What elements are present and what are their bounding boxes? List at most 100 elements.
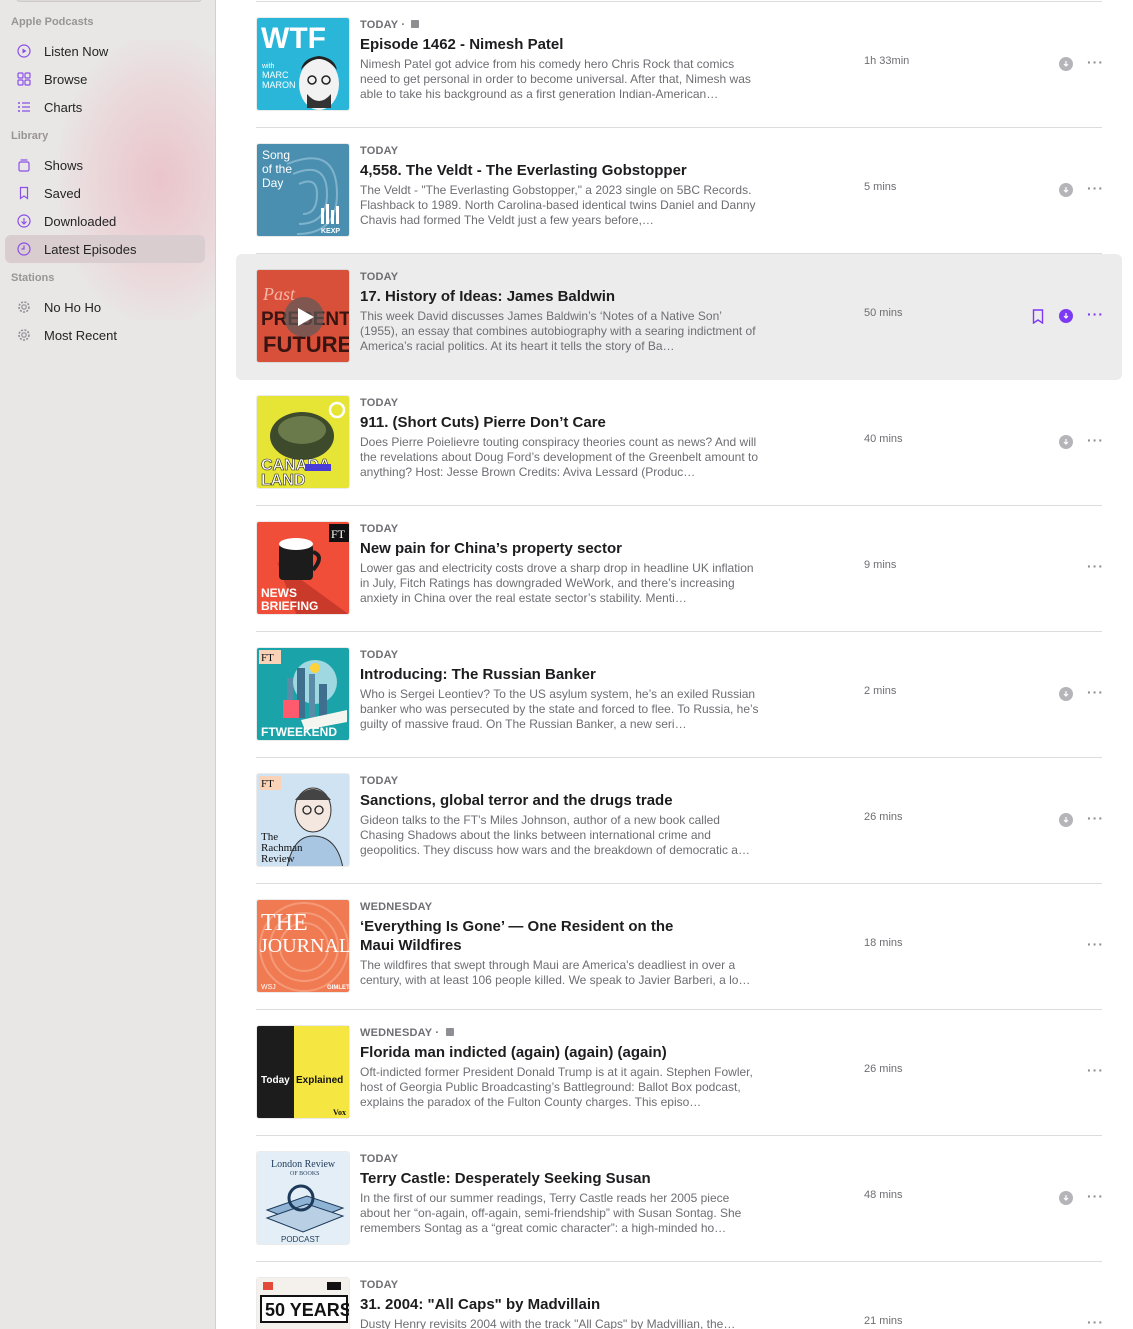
- episode-title[interactable]: 31. 2004: "All Caps" by Madvillain: [360, 1295, 690, 1314]
- sidebar-item-latest-episodes[interactable]: Latest Episodes: [5, 235, 205, 263]
- episode-date: TODAY: [360, 397, 399, 409]
- more-options-icon[interactable]: ···: [1087, 1315, 1103, 1329]
- episode-row[interactable]: FT FTWEEKEND TODAY Introducing: The Russ…: [236, 632, 1122, 758]
- episode-duration: 9 mins: [864, 559, 897, 571]
- episode-date: TODAY: [360, 523, 399, 535]
- bookmark-icon: [16, 185, 32, 201]
- download-icon[interactable]: [1059, 183, 1073, 197]
- episode-duration: 5 mins: [864, 181, 897, 193]
- more-options-icon[interactable]: ···: [1087, 559, 1103, 575]
- sidebar-item-label: No Ho Ho: [44, 299, 102, 315]
- sidebar-item-no-ho-ho[interactable]: No Ho Ho: [5, 293, 205, 321]
- episode-title[interactable]: Introducing: The Russian Banker: [360, 665, 690, 684]
- sidebar-item-browse[interactable]: Browse: [5, 65, 205, 93]
- download-icon[interactable]: [1059, 57, 1073, 71]
- day-text: WEDNESDAY: [360, 1027, 433, 1039]
- list-icon: [16, 99, 32, 115]
- sidebar-item-label: Most Recent: [44, 327, 117, 343]
- episode-row[interactable]: FT The Rachman Review TODAY Sanctions, g…: [236, 758, 1122, 884]
- sidebar-item-downloaded[interactable]: Downloaded: [5, 207, 205, 235]
- episode-description: The Veldt - "The Everlasting Gobstopper,…: [360, 183, 756, 227]
- ft-news-briefing-art[interactable]: FT NEWS BRIEFING: [256, 521, 350, 615]
- download-icon[interactable]: [1059, 813, 1073, 827]
- episode-row[interactable]: WTF with MARC MARON TODAY · Episode 1462…: [236, 2, 1122, 128]
- more-options-icon[interactable]: ···: [1087, 685, 1103, 701]
- episode-row[interactable]: Today Explained Vox WEDNESDAY · Florida …: [236, 1010, 1122, 1136]
- episode-title[interactable]: Sanctions, global terror and the drugs t…: [360, 791, 690, 810]
- episode-title[interactable]: New pain for China’s property sector: [360, 539, 690, 558]
- today-explained-art[interactable]: Today Explained Vox: [256, 1025, 350, 1119]
- sidebar-item-listen-now[interactable]: Listen Now: [5, 37, 205, 65]
- bookmark-icon[interactable]: [1032, 309, 1044, 324]
- rachman-review-art[interactable]: FT The Rachman Review: [256, 773, 350, 867]
- episode-row[interactable]: FT NEWS BRIEFING TODAY New pain for Chin…: [236, 506, 1122, 632]
- past-present-future-art[interactable]: Past PRESENT FUTURE: [256, 269, 350, 363]
- more-options-icon[interactable]: ···: [1087, 937, 1103, 953]
- art-text: Vox: [333, 1108, 346, 1117]
- play-button[interactable]: [284, 297, 324, 337]
- gear-icon: [16, 327, 32, 343]
- art-text: Today: [261, 1075, 290, 1086]
- more-options-icon[interactable]: ···: [1087, 181, 1103, 197]
- episode-row[interactable]: 50 YEARS TODAY 31. 2004: "All Caps" by M…: [236, 1262, 1122, 1329]
- canadaland-art[interactable]: CANADA LAND: [256, 395, 350, 489]
- episode-duration: 2 mins: [864, 685, 897, 697]
- episode-row[interactable]: Song of the Day KEXP TODAY 4,558. The Ve…: [236, 128, 1122, 254]
- sidebar-item-most-recent[interactable]: Most Recent: [5, 321, 205, 349]
- sidebar-item-shows[interactable]: Shows: [5, 151, 205, 179]
- art-text: JOURNAL.: [260, 935, 350, 957]
- episode-title[interactable]: Florida man indicted (again) (again) (ag…: [360, 1043, 690, 1062]
- download-icon[interactable]: [1059, 435, 1073, 449]
- wtf-marc-maron-art[interactable]: WTF with MARC MARON: [256, 17, 350, 111]
- more-options-icon[interactable]: ···: [1087, 1189, 1103, 1205]
- episode-row[interactable]: THE JOURNAL. WSJ GIMLET WEDNESDAY ‘Every…: [236, 884, 1122, 1010]
- art-text: with: [261, 63, 275, 70]
- episode-description: Who is Sergei Leontiev? To the US asylum…: [360, 687, 759, 731]
- sidebar-item-label: Saved: [44, 185, 81, 201]
- sidebar-item-saved[interactable]: Saved: [5, 179, 205, 207]
- art-text: WSJ: [261, 984, 276, 991]
- episode-title[interactable]: 911. (Short Cuts) Pierre Don’t Care: [360, 413, 690, 432]
- episode-duration: 48 mins: [864, 1189, 903, 1201]
- episode-date: TODAY: [360, 1279, 399, 1291]
- episode-title[interactable]: Episode 1462 - Nimesh Patel: [360, 35, 690, 54]
- sidebar-item-label: Browse: [44, 71, 88, 87]
- episode-description: Gideon talks to the FT’s Miles Johnson, …: [360, 813, 750, 857]
- song-of-the-day-art[interactable]: Song of the Day KEXP: [256, 143, 350, 237]
- episode-date: TODAY: [360, 1153, 399, 1165]
- art-text: PODCAST: [281, 1235, 320, 1244]
- episode-title[interactable]: Terry Castle: Desperately Seeking Susan: [360, 1169, 690, 1188]
- episode-title[interactable]: 17. History of Ideas: James Baldwin: [360, 287, 690, 306]
- search-field-edge[interactable]: [16, 0, 202, 2]
- more-options-icon[interactable]: ···: [1087, 433, 1103, 449]
- art-text: OF BOOKS: [290, 1171, 320, 1177]
- episode-row[interactable]: CANADA LAND TODAY 911. (Short Cuts) Pier…: [236, 380, 1122, 506]
- episode-date: TODAY: [360, 145, 399, 157]
- art-text: LAND: [261, 472, 305, 489]
- gear-icon: [16, 299, 32, 315]
- episode-row[interactable]: Past PRESENT FUTURE TODAY 17. History of…: [236, 254, 1122, 380]
- more-options-icon[interactable]: ···: [1087, 55, 1103, 71]
- section-label-stations: Stations: [11, 272, 55, 284]
- lrb-podcast-art[interactable]: London Review OF BOOKS PODCAST: [256, 1151, 350, 1245]
- episode-title[interactable]: ‘Everything Is Gone’ — One Resident on t…: [360, 917, 690, 955]
- the-journal-art[interactable]: THE JOURNAL. WSJ GIMLET: [256, 899, 350, 993]
- section-label-apple-podcasts: Apple Podcasts: [11, 16, 94, 28]
- download-icon[interactable]: [1059, 687, 1073, 701]
- more-options-icon[interactable]: ···: [1087, 811, 1103, 827]
- episode-row[interactable]: London Review OF BOOKS PODCAST TODAY Ter…: [236, 1136, 1122, 1262]
- episode-title[interactable]: 4,558. The Veldt - The Everlasting Gobst…: [360, 161, 690, 180]
- art-text: BRIEFING: [261, 599, 318, 613]
- art-text: London Review: [271, 1159, 336, 1170]
- ft-weekend-art[interactable]: FT FTWEEKEND: [256, 647, 350, 741]
- more-options-icon[interactable]: ···: [1087, 1063, 1103, 1079]
- episode-duration: 50 mins: [864, 307, 903, 319]
- download-icon[interactable]: [1059, 309, 1073, 323]
- more-options-icon[interactable]: ···: [1087, 307, 1103, 323]
- download-icon[interactable]: [1059, 1191, 1073, 1205]
- day-text: TODAY: [360, 19, 399, 31]
- sidebar-item-charts[interactable]: Charts: [5, 93, 205, 121]
- art-text: Day: [262, 176, 283, 190]
- episode-description: Lower gas and electricity costs drove a …: [360, 561, 754, 605]
- fifty-years-art[interactable]: 50 YEARS: [256, 1277, 350, 1329]
